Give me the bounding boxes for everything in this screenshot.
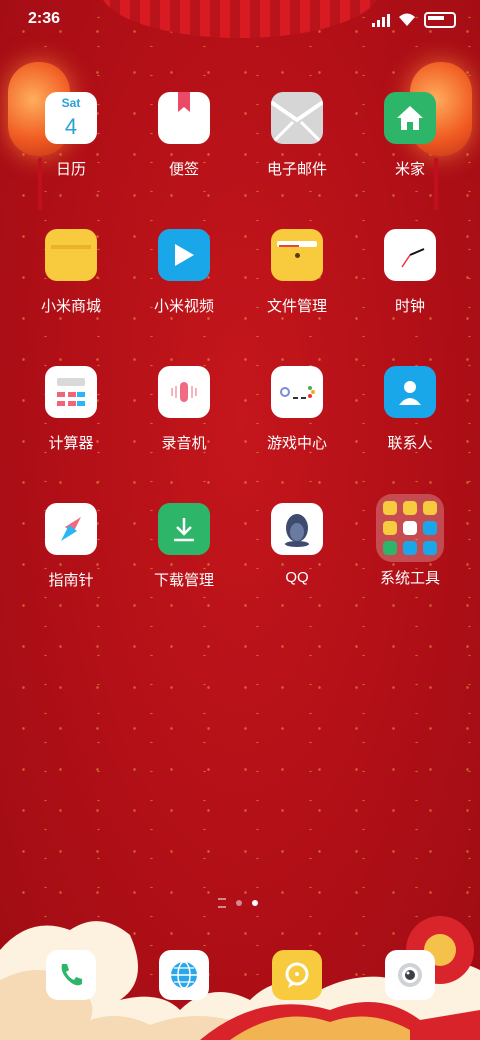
- app-label: 便签: [168, 161, 199, 178]
- phone-icon: [46, 950, 96, 1000]
- app-mi-home[interactable]: 米家: [355, 92, 465, 179]
- app-label: 小米视频: [153, 298, 214, 315]
- app-qq[interactable]: QQ: [242, 503, 352, 586]
- clock-icon: [384, 229, 436, 281]
- app-email[interactable]: 电子邮件: [242, 92, 352, 179]
- app-label: 录音机: [161, 435, 207, 452]
- calendar-date: 4: [64, 114, 78, 139]
- status-bar: 2:36: [0, 0, 480, 36]
- dock-browser[interactable]: [159, 950, 209, 1000]
- home-icon: [384, 92, 436, 144]
- app-file-manager[interactable]: 文件管理: [242, 229, 352, 316]
- gamepad-icon: [271, 366, 323, 418]
- page-dot-active[interactable]: [252, 900, 258, 906]
- app-label: 计算器: [48, 435, 94, 452]
- download-icon: [158, 503, 210, 555]
- folder-icon: [376, 494, 444, 562]
- app-label: 米家: [394, 161, 425, 178]
- app-recorder[interactable]: 录音机: [129, 366, 239, 453]
- calendar-day: Sat: [61, 96, 81, 110]
- app-label: 小米商城: [40, 298, 101, 315]
- app-label: 时钟: [394, 298, 425, 315]
- page-indicator[interactable]: [218, 898, 258, 908]
- wifi-icon: [399, 13, 415, 26]
- app-clock[interactable]: 时钟: [355, 229, 465, 316]
- folder-icon: [271, 229, 323, 281]
- dock-camera[interactable]: [385, 950, 435, 1000]
- notes-icon: [158, 92, 210, 144]
- app-label: 系统工具: [379, 570, 440, 587]
- app-contacts[interactable]: 联系人: [355, 366, 465, 453]
- calculator-icon: [45, 366, 97, 418]
- person-icon: [384, 366, 436, 418]
- app-game-center[interactable]: 游戏中心: [242, 366, 352, 453]
- app-label: 指南针: [48, 572, 94, 589]
- app-mi-store[interactable]: 小米商城: [16, 229, 126, 316]
- app-label: 联系人: [387, 435, 433, 452]
- app-compass[interactable]: 指南针: [16, 503, 126, 590]
- app-system-tools-folder[interactable]: 系统工具: [355, 494, 465, 588]
- app-downloads[interactable]: 下载管理: [129, 503, 239, 590]
- play-icon: [158, 229, 210, 281]
- app-label: 游戏中心: [266, 435, 327, 452]
- app-label: QQ: [285, 569, 309, 586]
- dock-messages[interactable]: [272, 950, 322, 1000]
- microphone-icon: [158, 366, 210, 418]
- app-label: 电子邮件: [266, 161, 327, 178]
- chat-bubble-icon: [272, 950, 322, 1000]
- menu-lines-icon: [218, 898, 226, 908]
- globe-icon: [159, 950, 209, 1000]
- dock-phone[interactable]: [46, 950, 96, 1000]
- app-label: 下载管理: [153, 572, 214, 589]
- page-dot[interactable]: [236, 900, 242, 906]
- compass-icon: [45, 503, 97, 555]
- calendar-icon: Sat 4: [45, 92, 97, 144]
- signal-icon: [372, 13, 390, 27]
- app-calculator[interactable]: 计算器: [16, 366, 126, 453]
- app-calendar[interactable]: Sat 4 日历: [16, 92, 126, 179]
- app-label: 文件管理: [266, 298, 327, 315]
- app-label: 日历: [55, 161, 86, 178]
- status-time: 2:36: [28, 10, 61, 27]
- envelope-icon: [271, 92, 323, 144]
- battery-icon: [424, 12, 456, 28]
- store-bag-icon: [45, 229, 97, 281]
- app-notes[interactable]: 便签: [129, 92, 239, 179]
- app-mi-video[interactable]: 小米视频: [129, 229, 239, 316]
- penguin-icon: [271, 503, 323, 555]
- camera-icon: [385, 950, 435, 1000]
